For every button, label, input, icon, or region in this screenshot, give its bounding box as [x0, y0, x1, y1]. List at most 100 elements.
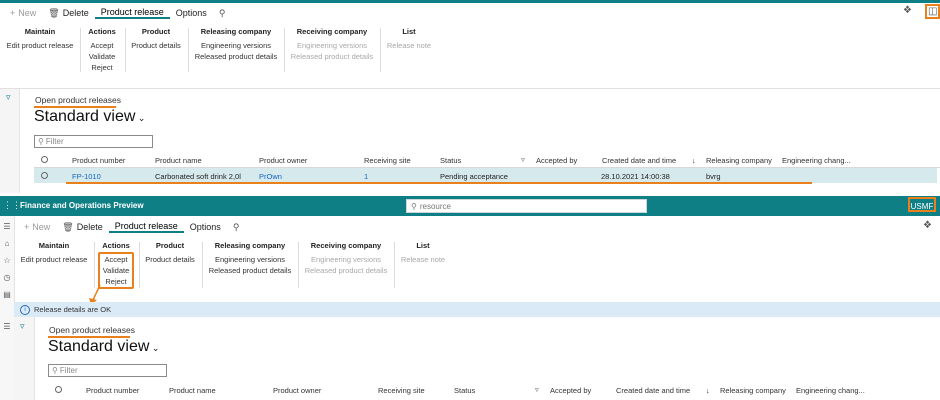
message-text: Release details are OK [34, 305, 112, 314]
bottom-new-button[interactable]: + New [18, 222, 56, 232]
search-icon: ⚲ [38, 137, 44, 146]
bottom-releasing-released-product-details[interactable]: Released product details [206, 265, 294, 276]
top-breadcrumb[interactable]: Open product releases [35, 95, 121, 105]
select-all-radio[interactable] [55, 386, 62, 393]
top-view-title[interactable]: Standard view ⌄ [34, 108, 145, 126]
diamond-icon[interactable]: ❖ [923, 220, 932, 231]
table-row[interactable]: FP-1010 Carbonated soft drink 2,0l PrOwn… [34, 168, 937, 183]
bottom-receiving-released-product-details[interactable]: Released product details [302, 265, 390, 276]
row-radio[interactable] [41, 172, 48, 179]
cell-receiving-site[interactable]: 1 [364, 172, 368, 181]
col-status[interactable]: Status [440, 156, 461, 165]
top-delete-button[interactable]: 🗑 Delete [42, 8, 94, 19]
top-group-actions: Actions Accept Validate Reject [84, 27, 120, 73]
col-accepted-by[interactable]: Accepted by [536, 156, 577, 165]
top-accept-button[interactable]: Accept [84, 40, 120, 51]
col-product-owner[interactable]: Product owner [273, 386, 321, 395]
top-receiving-released-product-details[interactable]: Released product details [288, 51, 376, 62]
top-group-maintain: Maintain Edit product release [4, 27, 76, 51]
cell-product-owner[interactable]: PrOwn [259, 172, 282, 181]
top-edit-product-release[interactable]: Edit product release [4, 40, 76, 51]
message-bar: i Release details are OK [14, 302, 940, 317]
group-title: List [416, 241, 430, 250]
col-engineering-change[interactable]: Engineering chang... [782, 156, 851, 165]
panel-icon[interactable]: ◫ [925, 4, 940, 19]
filter-icon: ▿ [521, 155, 525, 164]
col-product-name[interactable]: Product name [155, 156, 202, 165]
modules-icon[interactable]: ☰ [1, 322, 13, 331]
top-filter-input[interactable]: ⚲ Filter [34, 135, 153, 148]
bottom-breadcrumb[interactable]: Open product releases [49, 325, 135, 335]
recent-icon[interactable]: ◷ [1, 273, 13, 282]
company-selector[interactable]: USMF [908, 197, 936, 212]
bottom-tab-options[interactable]: Options [184, 222, 227, 232]
trash-icon: 🗑 [48, 7, 60, 18]
star-icon[interactable]: ☆ [1, 256, 13, 265]
top-releasing-released-product-details[interactable]: Released product details [192, 51, 280, 62]
col-product-owner[interactable]: Product owner [259, 156, 307, 165]
diamond-icon[interactable]: ❖ [903, 5, 912, 16]
global-search-input[interactable]: ⚲ resource [406, 199, 647, 213]
filter-placeholder: Filter [45, 137, 64, 146]
bottom-view-title[interactable]: Standard view ⌄ [48, 338, 159, 356]
col-engineering-change[interactable]: Engineering chang... [796, 386, 865, 395]
bottom-releasing-engineering-versions[interactable]: Engineering versions [206, 254, 294, 265]
bottom-release-note[interactable]: Release note [398, 254, 448, 265]
top-reject-button[interactable]: Reject [84, 62, 120, 73]
top-tab-options[interactable]: Options [170, 8, 213, 18]
col-accepted-by[interactable]: Accepted by [550, 386, 591, 395]
filter-icon[interactable]: ▿ [6, 92, 11, 103]
top-product-details[interactable]: Product details [128, 40, 184, 51]
trash-icon: 🗑 [62, 221, 74, 232]
col-receiving-site[interactable]: Receiving site [378, 386, 425, 395]
chevron-down-icon: ⌄ [149, 343, 160, 353]
divider [394, 242, 395, 288]
bottom-group-product: Product Product details [142, 241, 198, 265]
home-icon[interactable]: ⌂ [1, 239, 13, 248]
plus-icon: + [24, 222, 30, 232]
bottom-filter-input[interactable]: ⚲ Filter [48, 364, 167, 377]
col-created[interactable]: Created date and time [616, 386, 690, 395]
top-releasing-engineering-versions[interactable]: Engineering versions [192, 40, 280, 51]
cell-releasing-company: bvrg [706, 172, 721, 181]
divider [284, 28, 285, 72]
divider [380, 28, 381, 72]
divider [139, 242, 140, 288]
filter-icon[interactable]: ▿ [20, 321, 25, 332]
bottom-product-details[interactable]: Product details [142, 254, 198, 265]
col-product-number[interactable]: Product number [72, 156, 125, 165]
search-icon: ⚲ [411, 201, 417, 211]
bottom-edit-product-release[interactable]: Edit product release [18, 254, 90, 265]
filter-placeholder: Filter [59, 366, 78, 375]
bottom-delete-button[interactable]: 🗑 Delete [56, 222, 108, 233]
divider [125, 28, 126, 72]
col-product-name[interactable]: Product name [169, 386, 216, 395]
top-release-note[interactable]: Release note [384, 40, 434, 51]
col-product-number[interactable]: Product number [86, 386, 139, 395]
hamburger-icon[interactable]: ☰ [1, 222, 13, 231]
bottom-receiving-engineering-versions[interactable]: Engineering versions [302, 254, 390, 265]
waffle-icon[interactable]: ⋮⋮ [3, 200, 21, 211]
group-title: Receiving company [310, 241, 382, 250]
col-created[interactable]: Created date and time [602, 156, 676, 165]
top-receiving-engineering-versions[interactable]: Engineering versions [288, 40, 376, 51]
workspace-icon[interactable]: ▤ [1, 290, 13, 299]
select-all-radio[interactable] [41, 156, 48, 163]
col-releasing-company[interactable]: Releasing company [706, 156, 772, 165]
col-releasing-company[interactable]: Releasing company [720, 386, 786, 395]
top-new-button[interactable]: + New [4, 8, 42, 18]
col-status[interactable]: Status [454, 386, 475, 395]
top-tab-product-release[interactable]: Product release [94, 7, 170, 19]
row-highlight-underline [66, 182, 812, 184]
top-validate-button[interactable]: Validate [84, 51, 120, 62]
search-icon: ⚲ [52, 366, 58, 375]
bottom-group-maintain: Maintain Edit product release [18, 241, 90, 265]
bottom-tab-product-release[interactable]: Product release [108, 221, 184, 233]
col-receiving-site[interactable]: Receiving site [364, 156, 411, 165]
view-title-text: Standard view [34, 108, 136, 125]
search-icon[interactable]: ⚲ [213, 8, 232, 19]
search-icon[interactable]: ⚲ [227, 222, 246, 233]
cell-product-number[interactable]: FP-1010 [72, 172, 101, 181]
top-group-list: List Release note [384, 27, 434, 51]
group-title: Actions [88, 27, 116, 36]
